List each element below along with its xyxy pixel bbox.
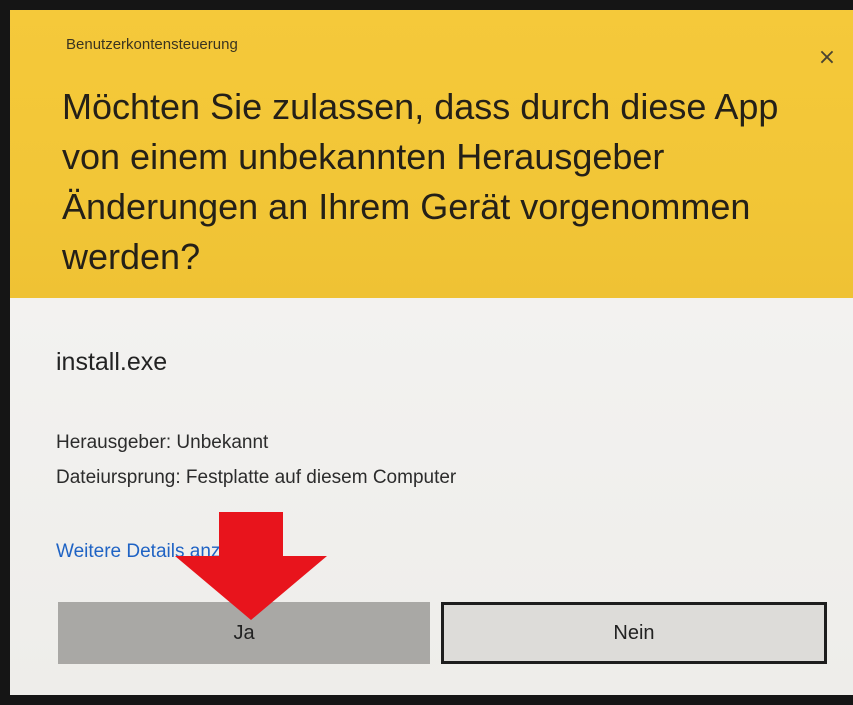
no-button[interactable]: Nein xyxy=(441,602,827,664)
app-name: install.exe xyxy=(56,348,168,376)
uac-dialog: Benutzerkontensteuerung × Möchten Sie zu… xyxy=(10,10,853,695)
photo-frame: Benutzerkontensteuerung × Möchten Sie zu… xyxy=(0,0,853,705)
consent-question: Möchten Sie zulassen, dass durch diese A… xyxy=(62,86,779,277)
close-icon[interactable]: × xyxy=(813,44,841,72)
file-origin-info: Dateiursprung: Festplatte auf diesem Com… xyxy=(56,467,457,488)
publisher-info: Herausgeber: Unbekannt xyxy=(56,432,269,453)
show-more-details-link[interactable]: Weitere Details anzeigen xyxy=(56,541,267,563)
dialog-header: Benutzerkontensteuerung × Möchten Sie zu… xyxy=(10,10,853,298)
dialog-caption: Benutzerkontensteuerung xyxy=(66,36,238,53)
yes-button[interactable]: Ja xyxy=(58,602,430,664)
